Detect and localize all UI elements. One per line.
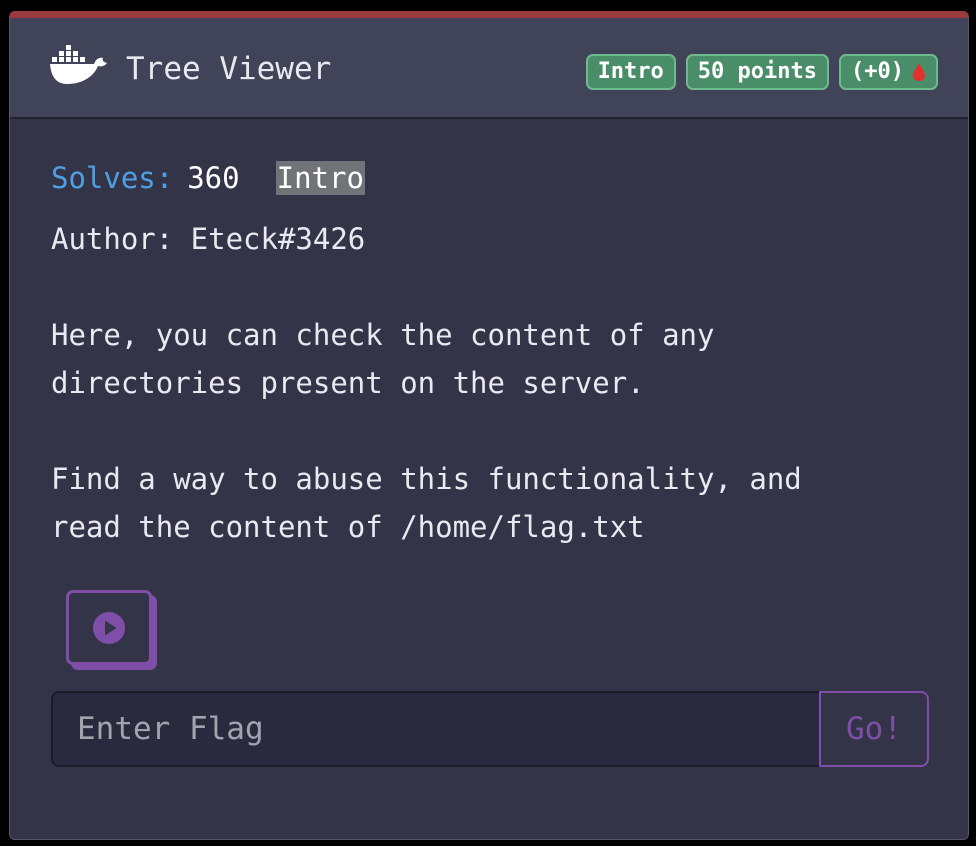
- submit-flag-button[interactable]: Go!: [819, 691, 929, 767]
- first-blood-badge: (+0): [839, 54, 938, 90]
- category-badge: Intro: [585, 54, 676, 90]
- points-badge: 50 points: [685, 54, 830, 90]
- category-tag: Intro: [275, 161, 365, 195]
- description-line-2: directories present on the server.: [51, 366, 645, 400]
- solves-count: 360: [187, 161, 240, 195]
- start-instance-button[interactable]: [66, 590, 152, 665]
- card-header: Tree Viewer Intro 50 points (+0): [10, 18, 968, 119]
- flag-submit-row: Go!: [51, 691, 929, 767]
- badge-group: Intro 50 points (+0): [585, 54, 938, 90]
- description-line-1: Here, you can check the content of any: [51, 318, 715, 352]
- flag-input[interactable]: [51, 691, 821, 767]
- solves-row: Solves: 360 Intro: [51, 158, 365, 198]
- docker-whale-icon: [50, 45, 107, 84]
- author-line: Author: Eteck#3426: [51, 222, 366, 256]
- challenge-card: Tree Viewer Intro 50 points (+0) Solves:…: [9, 11, 969, 840]
- blood-drop-icon: [913, 63, 925, 81]
- solves-label: Solves:: [51, 161, 174, 195]
- challenge-title: Tree Viewer: [126, 51, 332, 87]
- description-line-3: Find a way to abuse this functionality, …: [51, 462, 802, 496]
- description-line-4: read the content of /home/flag.txt: [51, 510, 645, 544]
- bonus-label: (+0): [851, 59, 904, 84]
- play-circle-icon: [93, 611, 125, 644]
